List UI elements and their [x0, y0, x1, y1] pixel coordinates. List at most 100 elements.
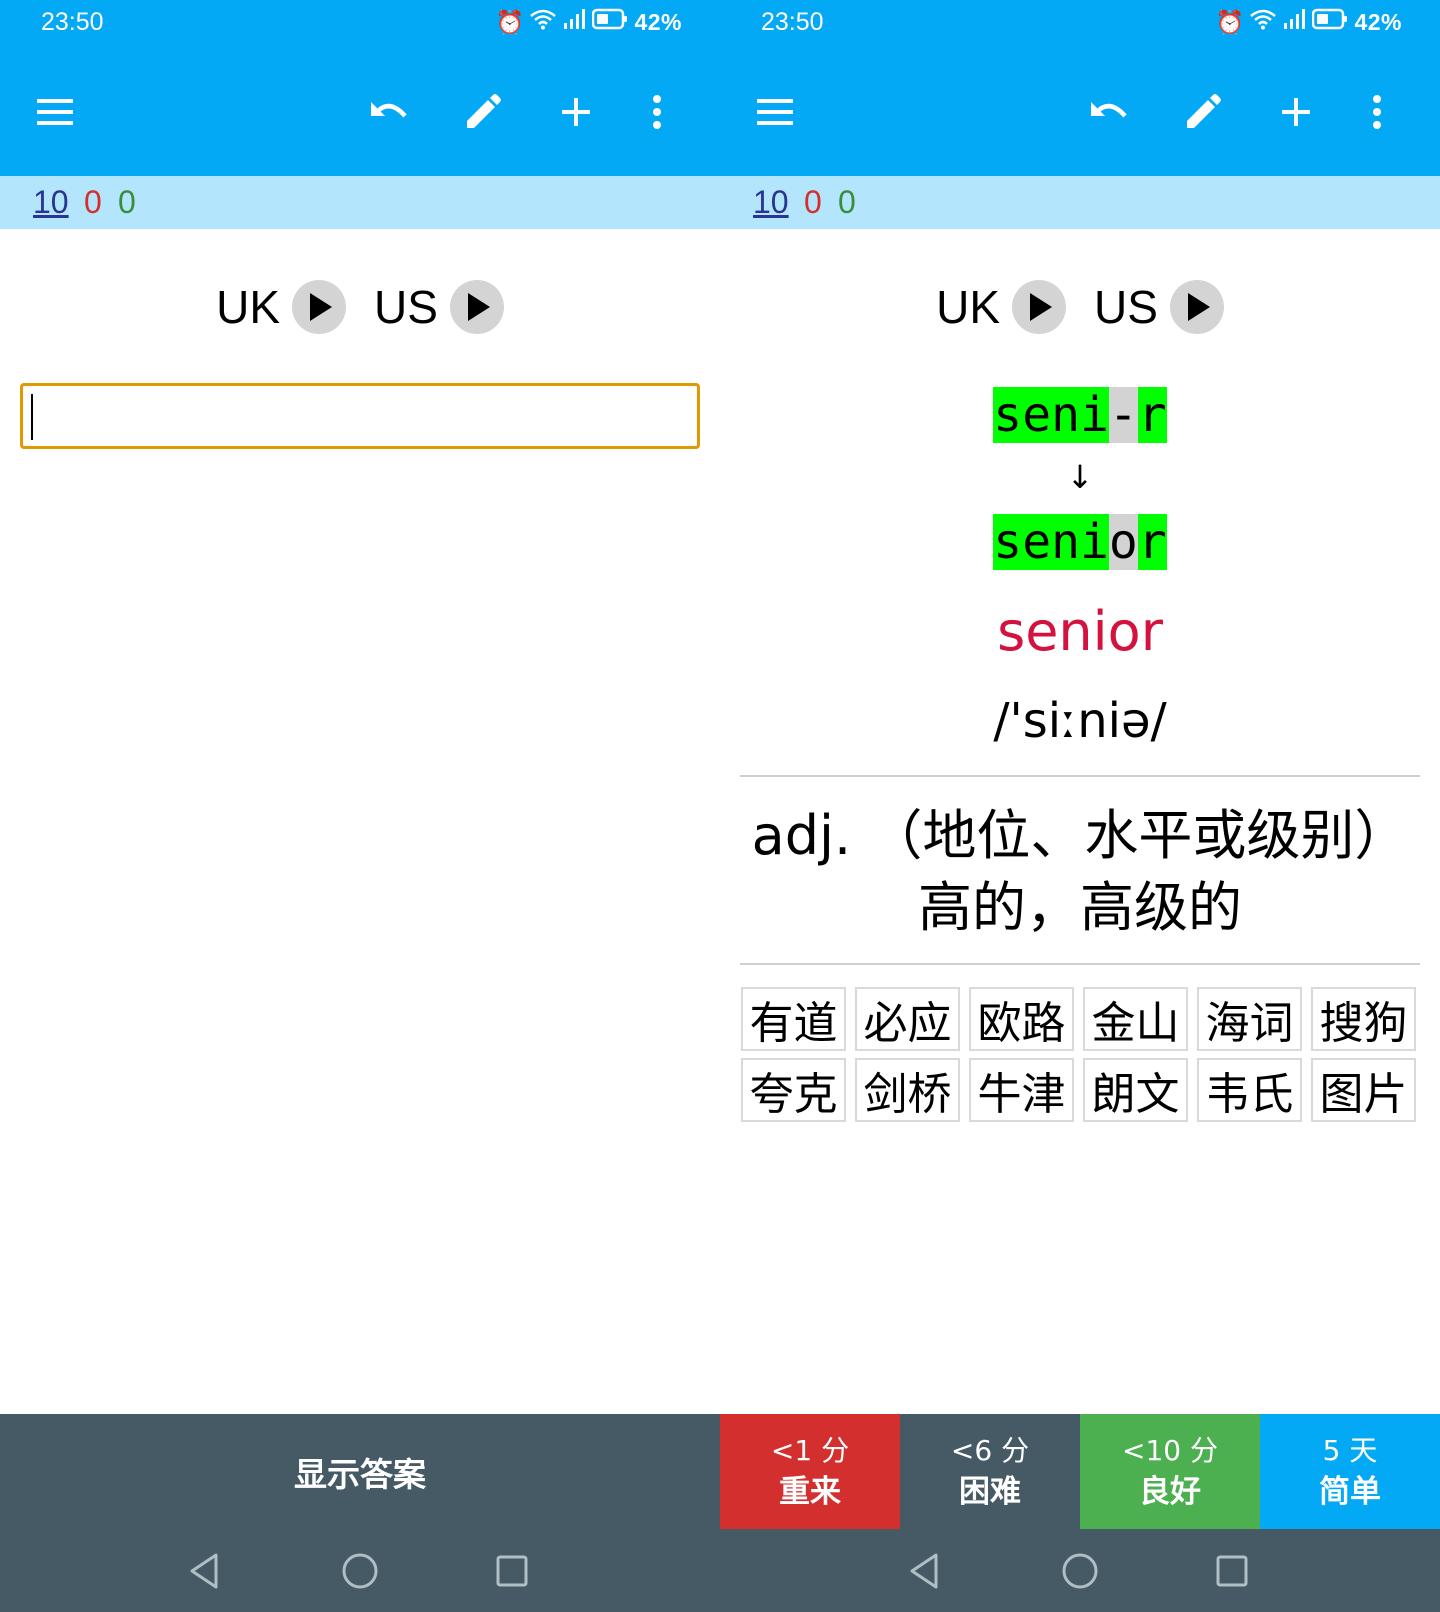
status-icons: ⏰ 42% — [1216, 8, 1402, 36]
play-icon — [467, 293, 490, 321]
dictionary-button[interactable]: 欧路 — [969, 987, 1074, 1051]
dictionary-button[interactable]: 牛津 — [969, 1058, 1074, 1122]
more-vertical-icon — [1373, 95, 1381, 129]
battery-percent: 42% — [1354, 8, 1402, 35]
phonetic-transcription: /'siːniə/ — [993, 693, 1167, 749]
show-answer-button[interactable]: 显示答案 — [0, 1414, 720, 1529]
nav-recents-button[interactable] — [1210, 1549, 1254, 1593]
easy-button[interactable]: 5 天简单 — [1260, 1414, 1440, 1529]
again-button[interactable]: <1 分重来 — [720, 1414, 900, 1529]
divider — [740, 963, 1420, 965]
us-play-button[interactable] — [1169, 280, 1224, 334]
hamburger-menu-icon — [757, 99, 793, 125]
good-button[interactable]: <10 分良好 — [1080, 1414, 1260, 1529]
divider — [740, 775, 1420, 777]
dictionary-button[interactable]: 有道 — [741, 987, 846, 1051]
undo-button[interactable] — [1086, 89, 1132, 135]
new-count[interactable]: 10 — [33, 184, 69, 221]
correct-answer-char: n — [1051, 514, 1080, 570]
nav-home-button[interactable] — [338, 1549, 382, 1593]
rating-interval: 5 天 — [1322, 1433, 1378, 1467]
home-circle-icon — [1062, 1553, 1098, 1589]
system-nav-bar — [720, 1529, 1440, 1612]
alarm-icon: ⏰ — [1215, 8, 1245, 35]
cellular-signal-icon — [562, 8, 586, 36]
menu-button[interactable] — [752, 89, 798, 135]
new-count[interactable]: 10 — [753, 184, 789, 221]
typed-answer-diff: seni-r — [720, 387, 1440, 443]
battery-icon — [592, 8, 628, 36]
wifi-icon — [530, 8, 557, 36]
nav-home-button[interactable] — [1058, 1549, 1102, 1593]
dictionary-button[interactable]: 夸克 — [741, 1058, 846, 1122]
typed-answer-char: - — [1108, 387, 1138, 443]
correct-answer-char: o — [1108, 514, 1138, 570]
text-cursor — [31, 394, 33, 440]
dictionary-button[interactable]: 图片 — [1311, 1058, 1416, 1122]
hamburger-menu-icon — [37, 99, 73, 125]
wifi-icon — [1250, 8, 1277, 36]
uk-play-button[interactable] — [292, 280, 346, 334]
uk-play-button[interactable] — [1012, 280, 1066, 334]
more-options-button[interactable] — [634, 89, 680, 135]
dictionary-button[interactable]: 必应 — [855, 987, 960, 1051]
dictionary-button[interactable]: 金山 — [1083, 987, 1188, 1051]
plus-icon — [562, 98, 590, 126]
card-count-bar: 10 0 0 — [720, 176, 1440, 229]
back-triangle-icon — [190, 1553, 218, 1589]
dictionary-links: 有道 必应 欧路 金山 海词 搜狗夸克 剑桥 牛津 朗文 韦氏 图片 — [741, 987, 1423, 1122]
hard-button[interactable]: <6 分困难 — [900, 1414, 1080, 1529]
typed-answer-char: s — [993, 387, 1023, 443]
cellular-signal-icon — [1282, 8, 1306, 36]
battery-percent: 42% — [634, 8, 682, 35]
uk-label: UK — [216, 281, 280, 333]
dictionary-button[interactable]: 搜狗 — [1311, 987, 1416, 1051]
learning-count: 0 — [84, 184, 102, 220]
correct-answer-char: e — [1022, 514, 1052, 570]
nav-back-button[interactable] — [904, 1549, 948, 1593]
nav-recents-button[interactable] — [490, 1549, 534, 1593]
uk-label: UK — [936, 281, 1000, 333]
app-bar: 23:50 ⏰ 42% — [0, 0, 720, 176]
us-play-button[interactable] — [449, 280, 504, 334]
dictionary-button[interactable]: 剑桥 — [855, 1058, 960, 1122]
rating-interval: <6 分 — [950, 1433, 1030, 1467]
rating-label: 重来 — [779, 1473, 841, 1510]
status-icons: ⏰ 42% — [496, 8, 682, 36]
add-note-button[interactable] — [553, 89, 599, 135]
rating-interval: <1 分 — [770, 1433, 850, 1467]
rating-interval: <10 分 — [1122, 1433, 1218, 1467]
review-count: 0 — [838, 184, 856, 220]
answer-input[interactable] — [20, 383, 700, 449]
play-icon — [1030, 293, 1052, 321]
pronunciation-row: UK US — [0, 280, 720, 334]
typed-answer-char: e — [1022, 387, 1052, 443]
nav-back-button[interactable] — [184, 1549, 228, 1593]
more-vertical-icon — [653, 95, 661, 129]
answer-screen: 23:50 ⏰ 42% 10 0 0 UK US seni-r ↓ senior… — [720, 0, 1440, 1612]
edit-note-button[interactable] — [1180, 89, 1226, 135]
back-triangle-icon — [910, 1553, 938, 1589]
add-note-button[interactable] — [1273, 89, 1319, 135]
undo-button[interactable] — [366, 89, 412, 135]
us-label: US — [374, 281, 438, 333]
home-circle-icon — [342, 1553, 378, 1589]
dictionary-button[interactable]: 朗文 — [1083, 1058, 1188, 1122]
edit-note-button[interactable] — [460, 89, 506, 135]
menu-button[interactable] — [32, 89, 78, 135]
card-count-bar: 10 0 0 — [0, 176, 720, 229]
ease-buttons: <1 分重来 <6 分困难 <10 分良好 5 天简单 — [720, 1414, 1440, 1529]
correct-answer-char: s — [993, 514, 1023, 570]
recents-square-icon — [1216, 1555, 1248, 1587]
answer-bar: 显示答案 — [0, 1414, 720, 1529]
us-label: US — [1094, 281, 1158, 333]
dictionary-button[interactable]: 海词 — [1197, 987, 1302, 1051]
pencil-icon — [467, 94, 501, 128]
pencil-icon — [1187, 94, 1221, 128]
more-options-button[interactable] — [1354, 89, 1400, 135]
typed-answer-char: n — [1051, 387, 1080, 443]
dictionary-button[interactable]: 韦氏 — [1197, 1058, 1302, 1122]
correct-answer-char: r — [1137, 514, 1167, 570]
recents-square-icon — [496, 1555, 528, 1587]
correct-answer-diff: senior — [720, 514, 1440, 570]
